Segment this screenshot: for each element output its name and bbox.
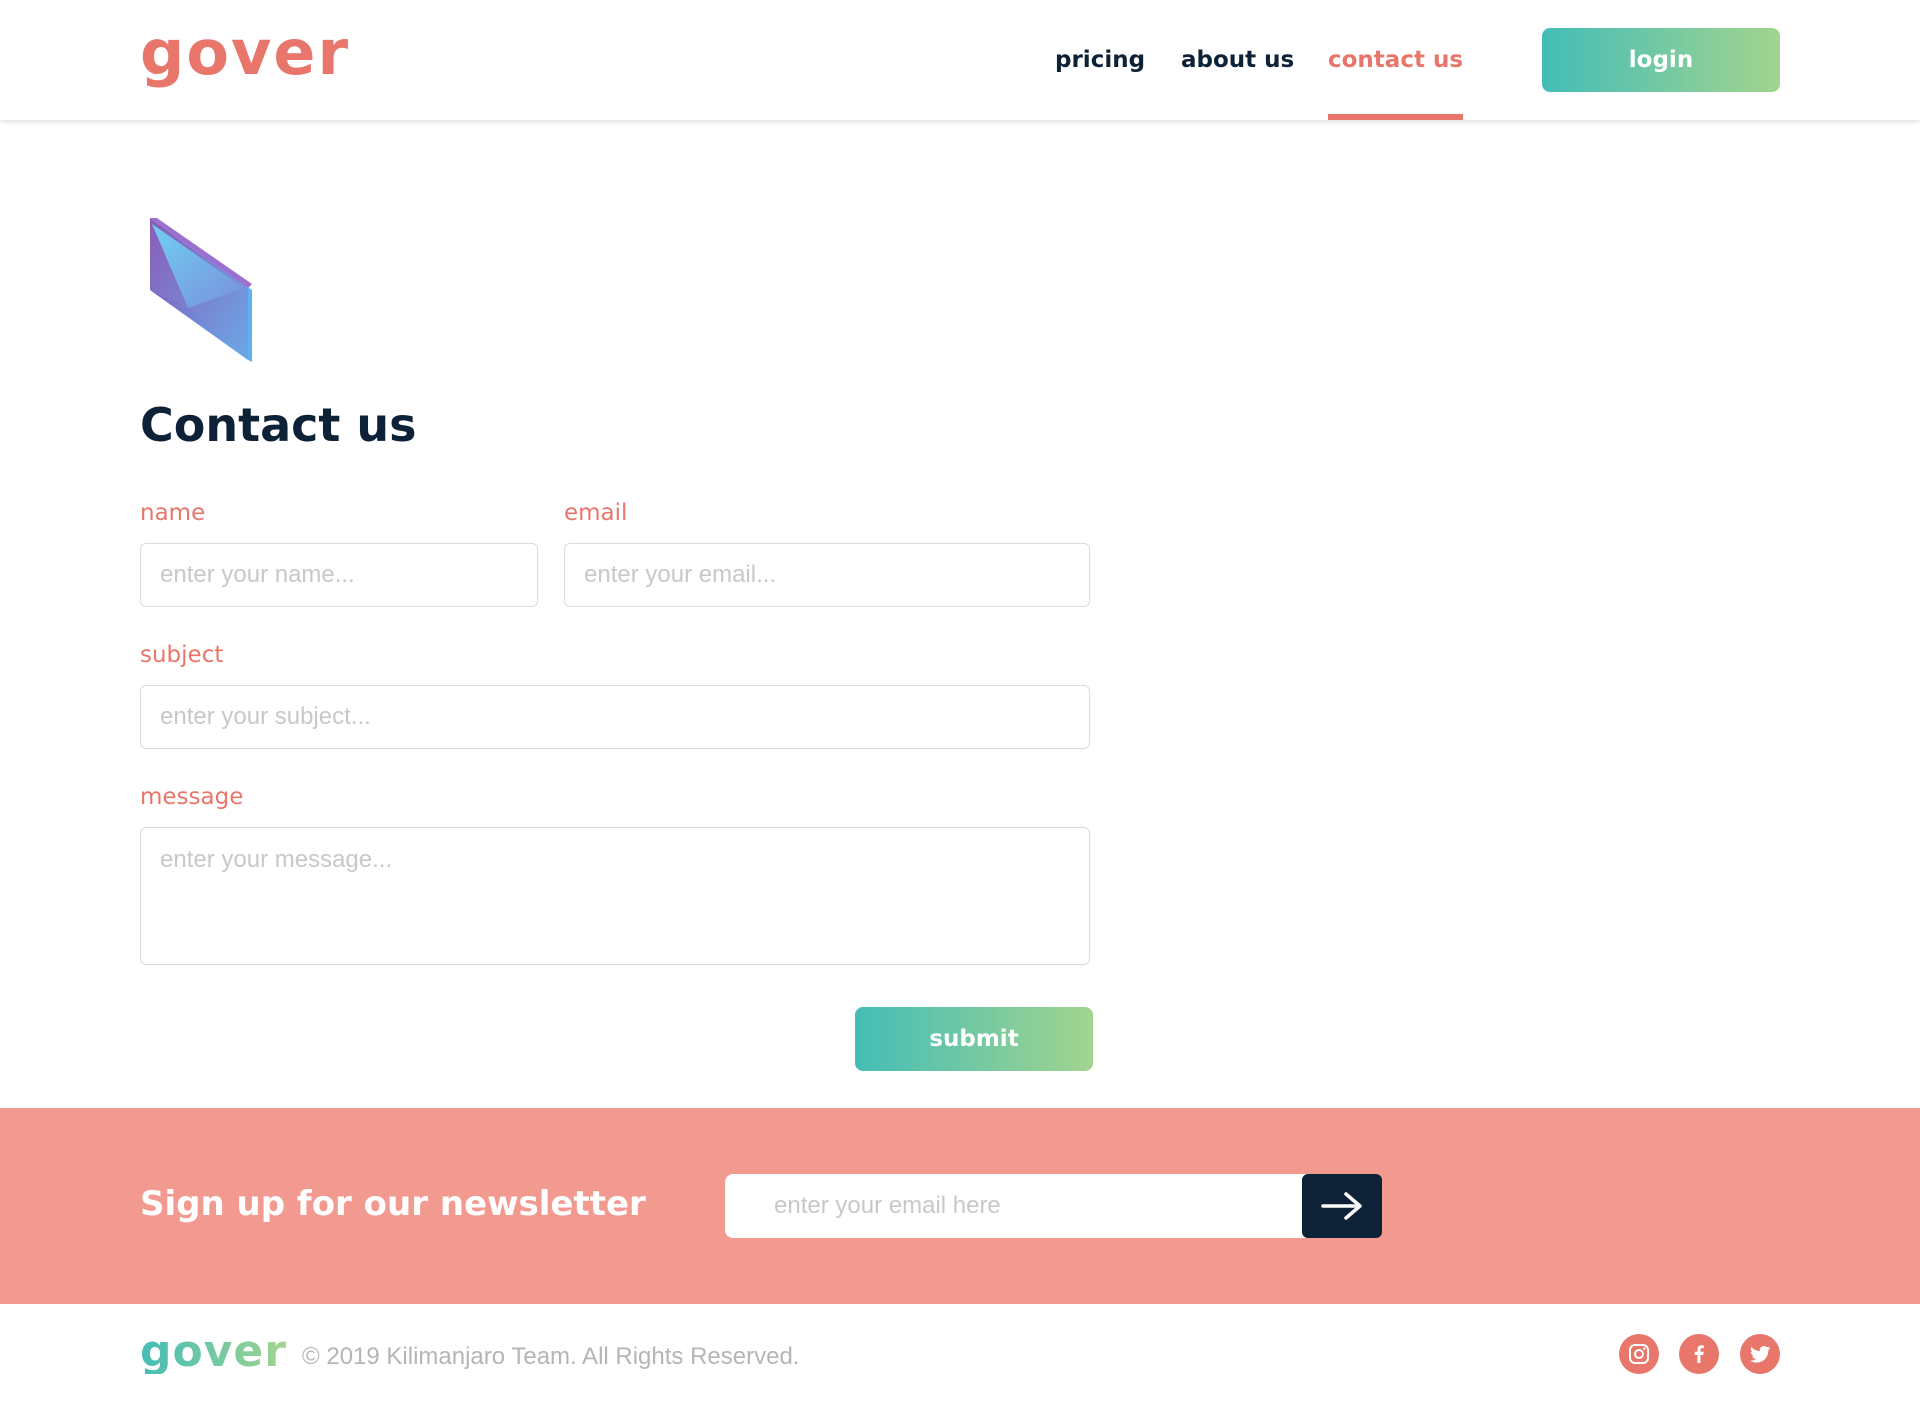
arrow-right-icon	[1321, 1192, 1362, 1220]
twitter-link[interactable]	[1740, 1334, 1780, 1374]
nav-contact-us[interactable]: contact us	[1328, 0, 1464, 120]
message-label: message	[140, 784, 244, 810]
newsletter-email-input[interactable]	[725, 1174, 1315, 1238]
twitter-icon	[1750, 1346, 1771, 1363]
login-button[interactable]: login	[1542, 28, 1780, 92]
facebook-icon	[1694, 1345, 1704, 1363]
gover-logo[interactable]: gover	[140, 22, 350, 84]
newsletter-title: Sign up for our newsletter	[140, 1184, 646, 1224]
copyright-text: © 2019 Kilimanjaro Team. All Rights Rese…	[302, 1343, 800, 1370]
envelope-icon	[150, 218, 252, 362]
facebook-link[interactable]	[1679, 1334, 1719, 1374]
name-label: name	[140, 500, 206, 526]
nav-about-us[interactable]: about us	[1181, 0, 1294, 120]
email-label: email	[564, 500, 628, 526]
email-input[interactable]	[564, 543, 1090, 607]
page-title: Contact us	[140, 398, 417, 452]
subject-label: subject	[140, 642, 224, 668]
name-input[interactable]	[140, 543, 538, 607]
footer-gover-logo[interactable]: gover	[140, 1330, 287, 1374]
newsletter-section: Sign up for our newsletter	[0, 1108, 1920, 1304]
submit-button[interactable]: submit	[855, 1007, 1093, 1071]
instagram-icon	[1629, 1344, 1649, 1364]
subject-input[interactable]	[140, 685, 1090, 749]
newsletter-submit-button[interactable]	[1302, 1174, 1382, 1238]
nav-pricing[interactable]: pricing	[1055, 0, 1145, 120]
instagram-link[interactable]	[1619, 1334, 1659, 1374]
site-header: gover pricing about us contact us login	[0, 0, 1920, 120]
message-textarea[interactable]	[140, 827, 1090, 965]
